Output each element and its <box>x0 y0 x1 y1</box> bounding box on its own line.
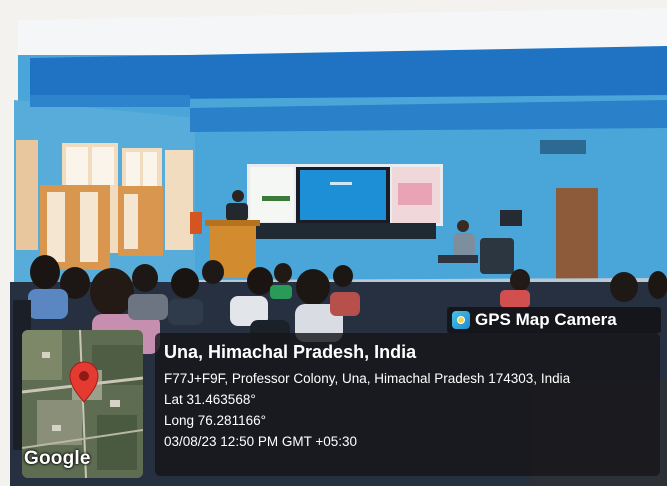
projector-screen <box>300 170 386 220</box>
gps-map-camera-badge: GPS Map Camera <box>447 307 661 333</box>
location-map-thumbnail: Google <box>22 330 143 478</box>
datetime-text: 03/08/23 12:50 PM GMT +05:30 <box>164 434 358 449</box>
map-provider-logo: Google <box>24 448 91 469</box>
door <box>556 188 598 283</box>
latitude-text: Lat 31.463568° <box>164 392 256 407</box>
longitude-text: Long 76.281166° <box>164 413 266 428</box>
gps-map-camera-icon <box>452 311 470 329</box>
front-boards <box>247 164 443 239</box>
brand-label: GPS Map Camera <box>475 310 617 329</box>
location-title: Una, Himachal Pradesh, India <box>164 342 417 362</box>
location-info-panel: Una, Himachal Pradesh, India F77J+F9F, P… <box>155 333 660 476</box>
address-text: F77J+F9F, Professor Colony, Una, Himacha… <box>164 371 571 386</box>
wall-speaker <box>500 210 522 226</box>
